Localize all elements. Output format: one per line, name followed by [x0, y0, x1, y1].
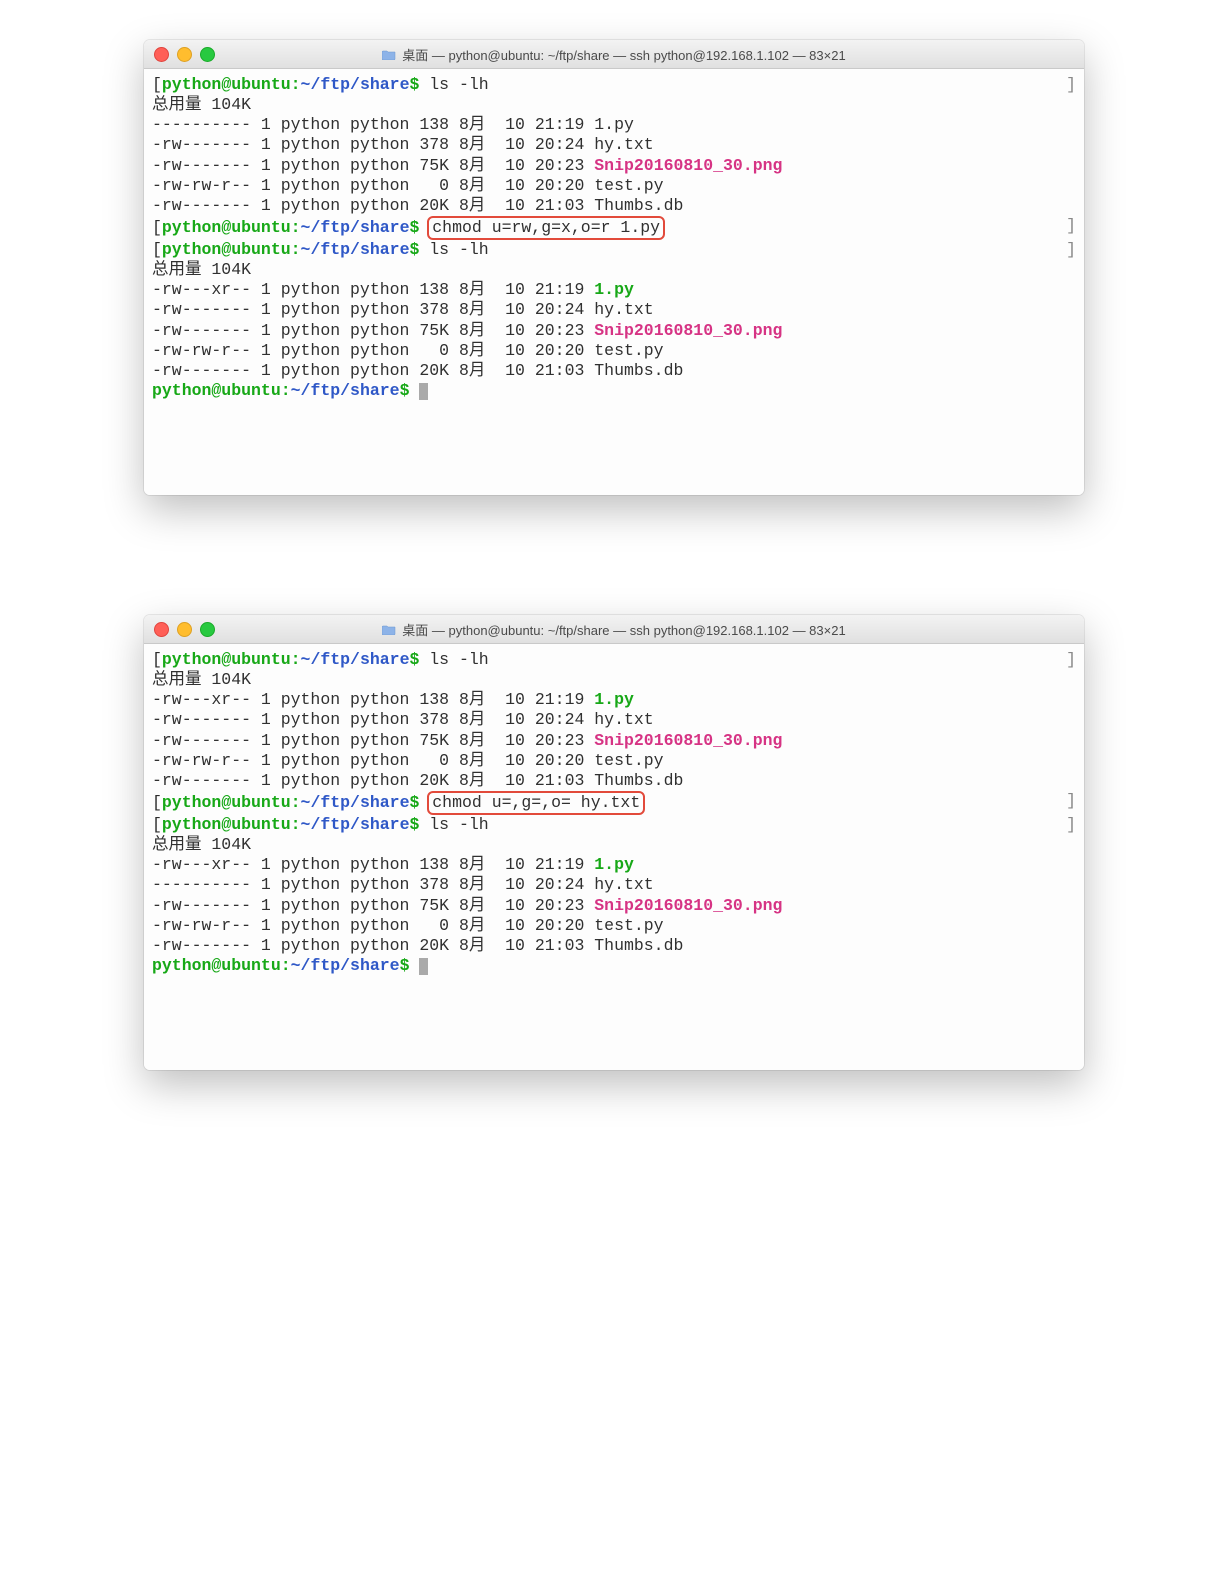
- ls-row: -rw------- 1 python python 75K 8月 10 20:…: [152, 896, 1076, 916]
- file-name: 1.py: [594, 855, 634, 874]
- folder-icon: [382, 624, 396, 635]
- ls-row: -rw---xr-- 1 python python 138 8月 10 21:…: [152, 855, 1076, 875]
- cursor: [419, 383, 428, 400]
- prompt-path: ~/ftp/share: [301, 650, 410, 669]
- prompt-path: ~/ftp/share: [291, 381, 400, 400]
- ls-row: -rw-rw-r-- 1 python python 0 8月 10 20:20…: [152, 916, 1076, 936]
- titlebar: 桌面 — python@ubuntu: ~/ftp/share — ssh py…: [144, 615, 1084, 644]
- prompt-user: python@ubuntu: [152, 381, 281, 400]
- folder-icon: [382, 49, 396, 60]
- file-name: 1.py: [594, 690, 634, 709]
- terminal-content-1[interactable]: [python@ubuntu:~/ftp/share$ ls -lh]总用量 1…: [144, 69, 1084, 495]
- terminal-content-2[interactable]: [python@ubuntu:~/ftp/share$ ls -lh]总用量 1…: [144, 644, 1084, 1070]
- prompt-path: ~/ftp/share: [301, 240, 410, 259]
- file-name: Snip20160810_30.png: [594, 731, 782, 750]
- file-name: Snip20160810_30.png: [594, 321, 782, 340]
- ls-row: -rw------- 1 python python 378 8月 10 20:…: [152, 300, 1076, 320]
- window-controls: [154, 47, 215, 62]
- ls-row: -rw-rw-r-- 1 python python 0 8月 10 20:20…: [152, 751, 1076, 771]
- terminal-window-2: 桌面 — python@ubuntu: ~/ftp/share — ssh py…: [144, 615, 1084, 1070]
- file-name: Snip20160810_30.png: [594, 896, 782, 915]
- ls-row: -rw------- 1 python python 75K 8月 10 20:…: [152, 321, 1076, 341]
- titlebar: 桌面 — python@ubuntu: ~/ftp/share — ssh py…: [144, 40, 1084, 69]
- zoom-icon[interactable]: [200, 622, 215, 637]
- zoom-icon[interactable]: [200, 47, 215, 62]
- prompt-user: python@ubuntu: [162, 75, 291, 94]
- minimize-icon[interactable]: [177, 47, 192, 62]
- prompt-user: python@ubuntu: [162, 650, 291, 669]
- prompt-user: python@ubuntu: [152, 956, 281, 975]
- terminal-window-1: 桌面 — python@ubuntu: ~/ftp/share — ssh py…: [144, 40, 1084, 495]
- ls-row: -rw------- 1 python python 20K 8月 10 21:…: [152, 936, 1076, 956]
- ls-row: -rw---xr-- 1 python python 138 8月 10 21:…: [152, 280, 1076, 300]
- window-controls: [154, 622, 215, 637]
- ls-row: -rw------- 1 python python 20K 8月 10 21:…: [152, 771, 1076, 791]
- ls-row: -rw------- 1 python python 75K 8月 10 20:…: [152, 731, 1076, 751]
- minimize-icon[interactable]: [177, 622, 192, 637]
- ls-row: ---------- 1 python python 138 8月 10 21:…: [152, 115, 1076, 135]
- window-title: 桌面 — python@ubuntu: ~/ftp/share — ssh py…: [144, 620, 1084, 639]
- cursor: [419, 958, 428, 975]
- highlighted-command: chmod u=,g=,o= hy.txt: [427, 791, 645, 815]
- window-title: 桌面 — python@ubuntu: ~/ftp/share — ssh py…: [144, 45, 1084, 64]
- highlighted-command: chmod u=rw,g=x,o=r 1.py: [427, 216, 665, 240]
- prompt-user: python@ubuntu: [162, 218, 291, 237]
- prompt-user: python@ubuntu: [162, 793, 291, 812]
- file-name: Snip20160810_30.png: [594, 156, 782, 175]
- prompt-path: ~/ftp/share: [301, 218, 410, 237]
- ls-row: -rw------- 1 python python 20K 8月 10 21:…: [152, 196, 1076, 216]
- prompt-user: python@ubuntu: [162, 815, 291, 834]
- ls-row: -rw-rw-r-- 1 python python 0 8月 10 20:20…: [152, 176, 1076, 196]
- prompt-user: python@ubuntu: [162, 240, 291, 259]
- prompt-path: ~/ftp/share: [301, 793, 410, 812]
- prompt-path: ~/ftp/share: [301, 815, 410, 834]
- file-name: 1.py: [594, 280, 634, 299]
- close-icon[interactable]: [154, 47, 169, 62]
- close-icon[interactable]: [154, 622, 169, 637]
- ls-row: -rw------- 1 python python 378 8月 10 20:…: [152, 710, 1076, 730]
- prompt-path: ~/ftp/share: [301, 75, 410, 94]
- ls-row: ---------- 1 python python 378 8月 10 20:…: [152, 875, 1076, 895]
- ls-row: -rw---xr-- 1 python python 138 8月 10 21:…: [152, 690, 1076, 710]
- ls-row: -rw-rw-r-- 1 python python 0 8月 10 20:20…: [152, 341, 1076, 361]
- prompt-path: ~/ftp/share: [291, 956, 400, 975]
- ls-row: -rw------- 1 python python 20K 8月 10 21:…: [152, 361, 1076, 381]
- ls-row: -rw------- 1 python python 75K 8月 10 20:…: [152, 156, 1076, 176]
- window-title-text: 桌面 — python@ubuntu: ~/ftp/share — ssh py…: [402, 620, 845, 639]
- window-title-text: 桌面 — python@ubuntu: ~/ftp/share — ssh py…: [402, 45, 845, 64]
- ls-row: -rw------- 1 python python 378 8月 10 20:…: [152, 135, 1076, 155]
